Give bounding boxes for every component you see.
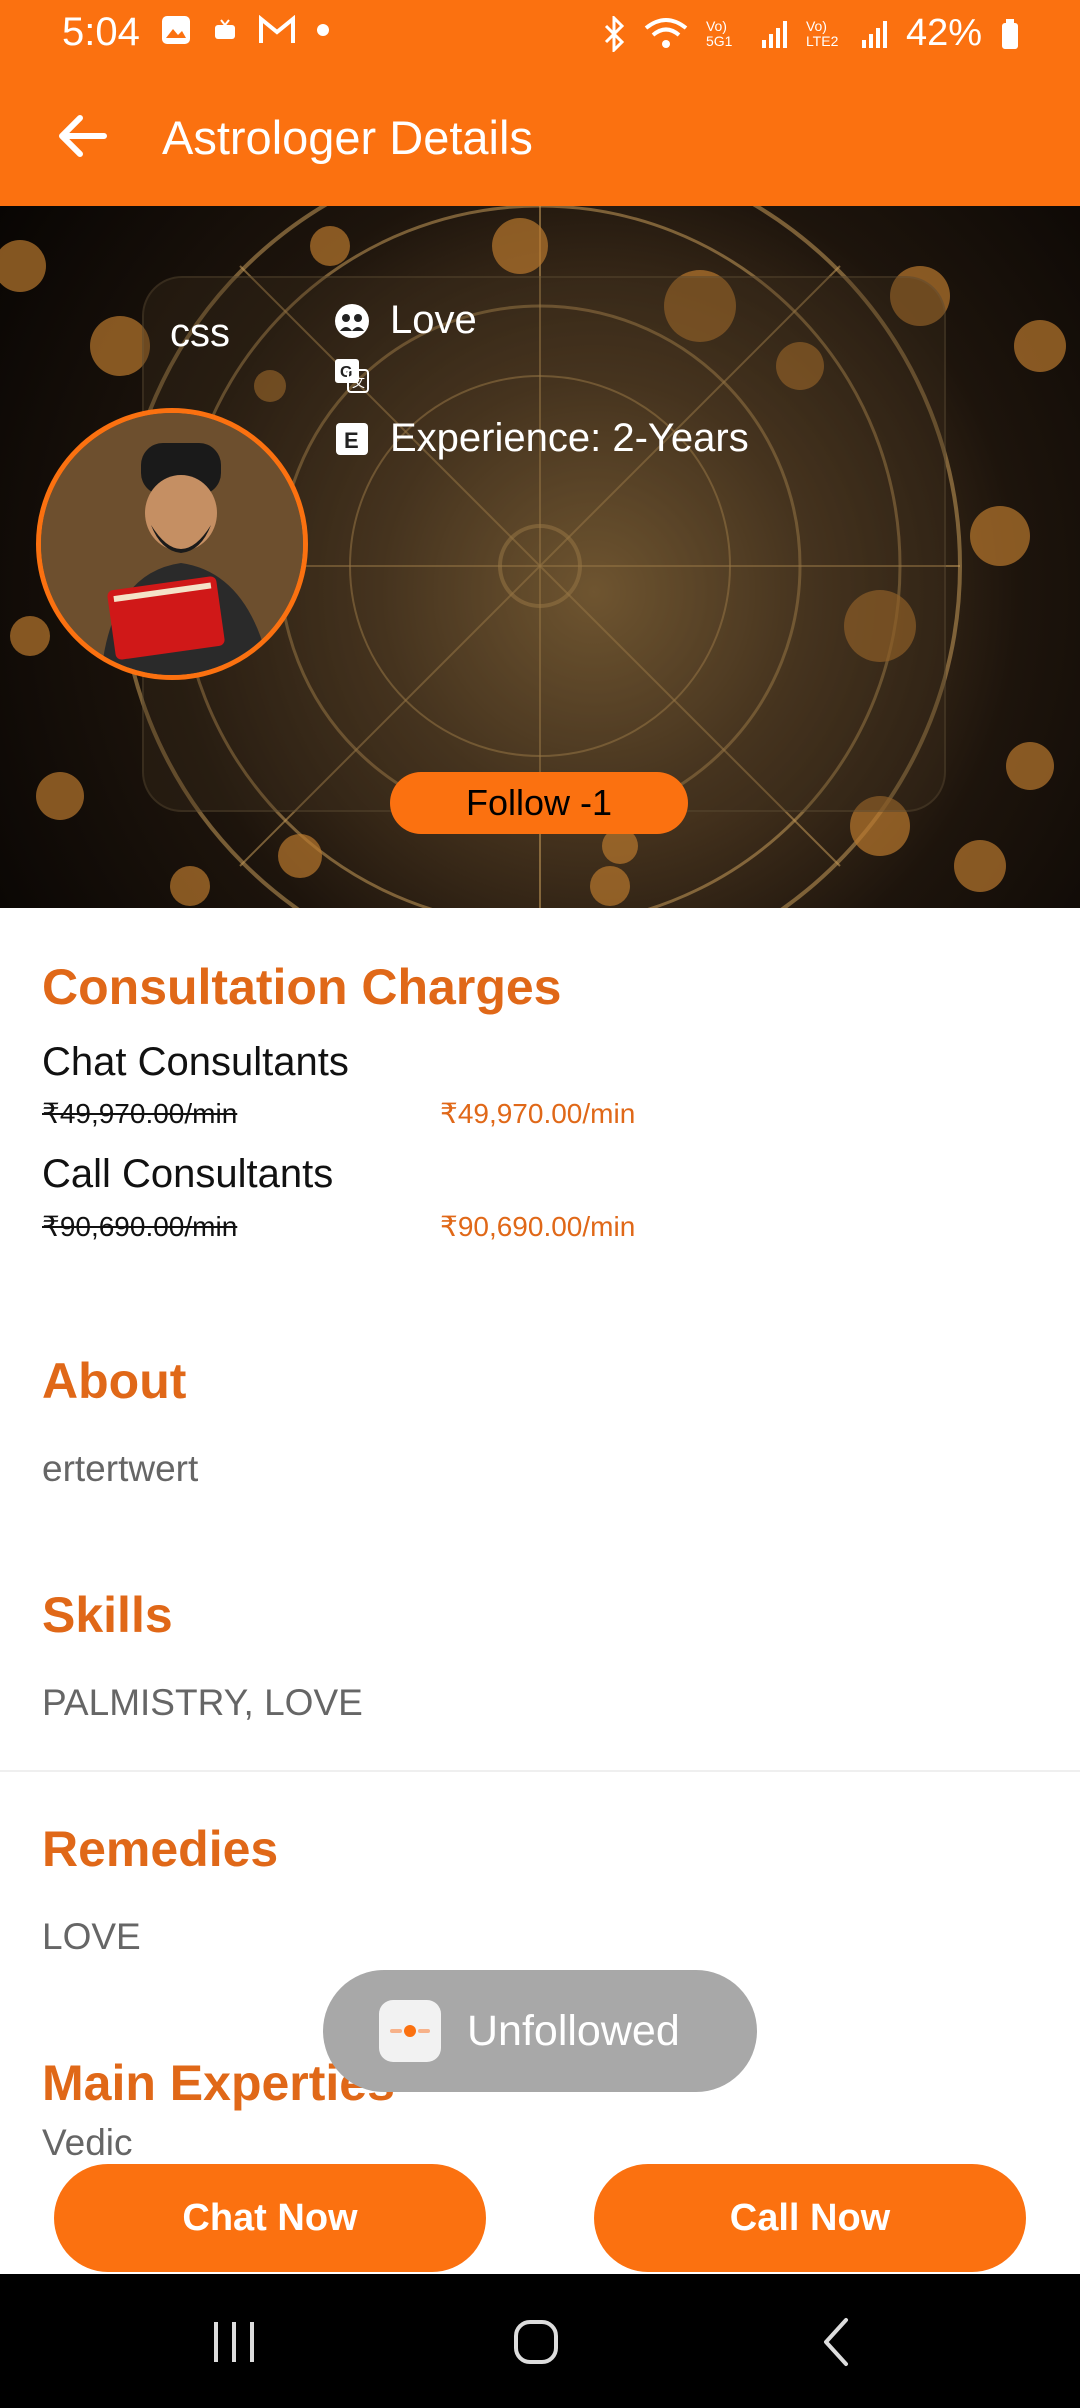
svg-text:E: E bbox=[344, 428, 359, 453]
about-text: ertertwert bbox=[42, 1448, 199, 1489]
language-row: G文 bbox=[334, 358, 390, 394]
consultation-charges-title: Consultation Charges bbox=[42, 959, 562, 1015]
section-divider bbox=[0, 1770, 1080, 1772]
home-icon[interactable] bbox=[506, 2312, 566, 2372]
network-2-label: Vo) LTE2 bbox=[805, 17, 839, 49]
notification-icons bbox=[160, 14, 330, 46]
main-experties-text: Vedic bbox=[42, 2122, 133, 2163]
profile-header: css Love G文 E Experience: 2-Years Follow… bbox=[0, 206, 1080, 908]
experience-e-icon: E bbox=[336, 422, 368, 455]
gallery-icon bbox=[162, 16, 190, 44]
experience-row: E Experience: 2-Years bbox=[334, 416, 749, 461]
wifi-icon bbox=[644, 17, 688, 48]
status-time: 5:04 bbox=[62, 10, 140, 54]
gmail-icon bbox=[259, 15, 295, 43]
dot-icon bbox=[317, 24, 329, 36]
astrologer-photo bbox=[41, 413, 303, 675]
follow-button[interactable]: Follow -1 bbox=[390, 772, 688, 834]
remedies-title: Remedies bbox=[42, 1821, 279, 1877]
back-icon[interactable] bbox=[808, 2312, 868, 2372]
remedies-text: LOVE bbox=[42, 1916, 141, 1957]
skills-text: PALMISTRY, LOVE bbox=[42, 1682, 363, 1723]
call-original-price: ₹90,690.00/min bbox=[42, 1211, 238, 1242]
experience-text: Experience: 2-Years bbox=[390, 416, 749, 460]
app-logo-icon bbox=[379, 2000, 441, 2062]
signal-icon-2 bbox=[861, 20, 887, 48]
specialty-row: Love bbox=[334, 298, 477, 343]
tv-icon bbox=[215, 19, 235, 39]
translate-icon: G文 bbox=[335, 359, 369, 393]
battery-icon bbox=[1002, 18, 1018, 49]
chat-consultants-label: Chat Consultants bbox=[42, 1040, 349, 1084]
call-consultants-label: Call Consultants bbox=[42, 1152, 334, 1196]
people-icon bbox=[335, 303, 369, 338]
bluetooth-icon bbox=[604, 15, 625, 52]
svg-text:G: G bbox=[340, 364, 352, 381]
recent-apps-icon[interactable] bbox=[204, 2312, 264, 2372]
back-arrow-icon[interactable] bbox=[52, 106, 112, 166]
avatar bbox=[36, 408, 308, 680]
call-now-button[interactable]: Call Now bbox=[594, 2164, 1026, 2272]
skills-title: Skills bbox=[42, 1587, 173, 1643]
toast-notification: Unfollowed bbox=[323, 1970, 757, 2092]
network-1-label: Vo) 5G1 bbox=[705, 17, 733, 49]
system-nav-bar bbox=[0, 2274, 1080, 2408]
specialty-text: Love bbox=[390, 298, 477, 342]
chat-price: ₹49,970.00/min bbox=[440, 1098, 636, 1129]
about-title: About bbox=[42, 1353, 187, 1409]
app-bar: Astrologer Details bbox=[0, 70, 1080, 206]
chat-original-price: ₹49,970.00/min bbox=[42, 1098, 238, 1129]
chat-now-button[interactable]: Chat Now bbox=[54, 2164, 486, 2272]
system-icons: Vo) 5G1 Vo) LTE2 42% bbox=[602, 12, 1020, 55]
svg-text:文: 文 bbox=[352, 375, 365, 390]
status-bar: 5:04 Vo) 5G1 Vo) LTE2 42% bbox=[0, 0, 1080, 70]
page-title: Astrologer Details bbox=[162, 111, 533, 164]
toast-message: Unfollowed bbox=[467, 2006, 680, 2055]
astrologer-name: css bbox=[170, 311, 230, 355]
call-price: ₹90,690.00/min bbox=[440, 1211, 636, 1242]
battery-percent: 42% bbox=[905, 12, 982, 54]
signal-icon bbox=[761, 20, 787, 48]
